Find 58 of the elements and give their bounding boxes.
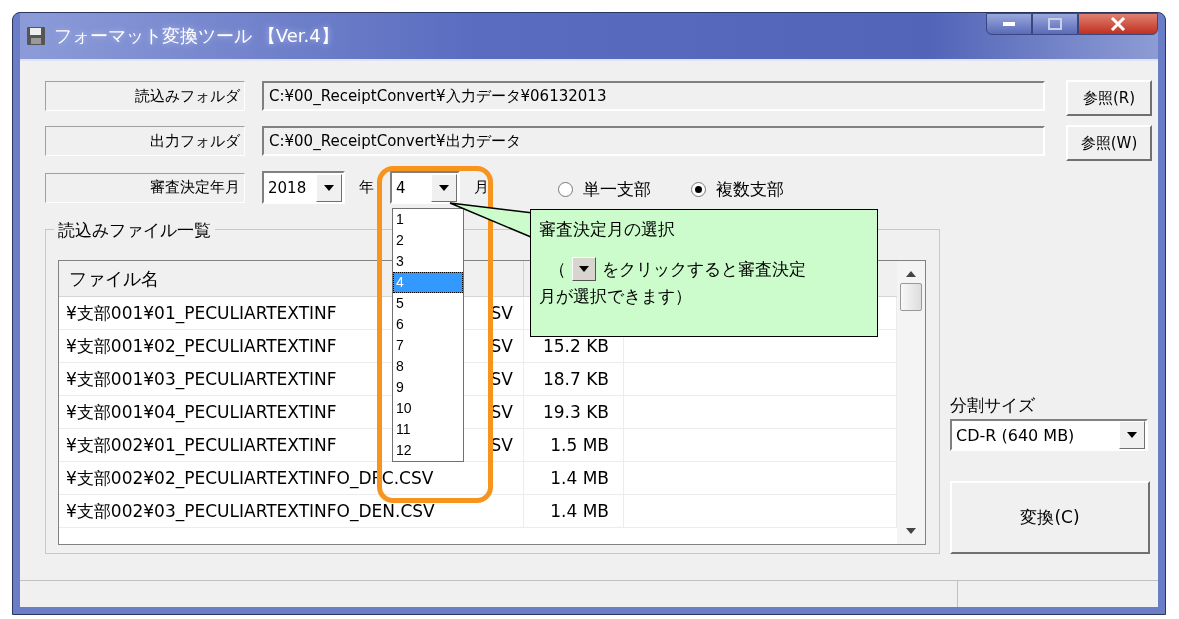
month-unit: 月 (474, 178, 489, 197)
file-size-cell: 15.2 KB (542, 336, 609, 356)
callout-text: をクリックすると審査決定 (602, 257, 806, 281)
maximize-icon (1048, 18, 1062, 30)
month-option[interactable]: 6 (393, 314, 463, 335)
split-size-label: 分割サイズ (950, 394, 1036, 417)
month-option[interactable]: 2 (393, 230, 463, 251)
dropdown-arrow-icon (1127, 432, 1137, 438)
month-option[interactable]: 12 (393, 440, 463, 461)
branch-radio[interactable]: 複数支部 (691, 178, 784, 201)
month-option[interactable]: 8 (393, 356, 463, 377)
file-name-cell: ¥支部001¥03_PECULIARTEXTINF (66, 367, 337, 391)
file-name-cell: ¥支部001¥02_PECULIARTEXTINF (66, 334, 337, 358)
month-option[interactable]: 9 (393, 377, 463, 398)
file-name-cell: ¥支部002¥03_PECULIARTEXTINFO_DEN.CSV (66, 499, 435, 523)
browse-button[interactable]: 参照(W) (1066, 125, 1152, 161)
group-title: 読込みファイル一覧 (54, 219, 215, 242)
dropdown-button-icon (572, 257, 596, 281)
file-name-cell: ¥支部001¥01_PECULIARTEXTINF (66, 301, 337, 325)
scroll-thumb[interactable] (900, 283, 922, 311)
callout-text: 月が選択できます） (539, 285, 693, 308)
dropdown-arrow-icon (324, 184, 334, 191)
minimize-icon (1001, 21, 1017, 27)
review-date-label: 審査決定年月 (45, 172, 245, 203)
year-dropdown[interactable]: 2018 (262, 171, 345, 204)
file-name-cell: ¥支部001¥04_PECULIARTEXTINF (66, 400, 337, 424)
month-option[interactable]: 1 (393, 209, 463, 230)
split-size-dropdown[interactable]: CD-R (640 MB) (950, 419, 1148, 451)
file-name-cell: ¥支部002¥01_PECULIARTEXTINF (66, 433, 337, 457)
dropdown-arrow-icon (439, 184, 449, 191)
year-unit: 年 (359, 178, 374, 197)
folder-label: 読込みフォルダ (45, 81, 245, 111)
file-size-cell: 19.3 KB (542, 402, 609, 422)
convert-button[interactable]: 変換(C) (950, 481, 1150, 554)
folder-label: 出力フォルダ (45, 126, 245, 156)
month-option[interactable]: 10 (393, 398, 463, 419)
branch-radio[interactable]: 単一支部 (558, 178, 651, 201)
callout-text: （ (549, 257, 566, 281)
month-option[interactable]: 7 (393, 335, 463, 356)
close-button[interactable] (1078, 13, 1158, 35)
file-size-cell: 1.4 MB (550, 501, 609, 521)
window-title: フォーマット変換ツール 【Ver.4】 (54, 24, 339, 48)
maximize-button[interactable] (1032, 13, 1078, 35)
close-icon (1110, 17, 1126, 31)
callout-title: 審査決定月の選択 (539, 218, 676, 241)
minimize-button[interactable] (986, 13, 1032, 35)
month-option[interactable]: 5 (393, 293, 463, 314)
scroll-up-icon[interactable] (906, 271, 916, 277)
month-option[interactable]: 11 (393, 419, 463, 440)
folder-path-field[interactable]: C:¥00_ReceiptConvert¥入力データ¥06132013 (262, 81, 1045, 111)
month-dropdown[interactable]: 4 (390, 171, 460, 204)
scrollbar[interactable] (897, 261, 925, 544)
browse-button[interactable]: 参照(R) (1066, 80, 1152, 116)
scroll-down-icon[interactable] (906, 528, 916, 534)
file-size-cell: 1.5 MB (550, 435, 609, 455)
file-size-cell: 1.4 MB (550, 468, 609, 488)
folder-path-field[interactable]: C:¥00_ReceiptConvert¥出力データ (262, 126, 1045, 156)
file-size-cell: 18.7 KB (542, 369, 609, 389)
